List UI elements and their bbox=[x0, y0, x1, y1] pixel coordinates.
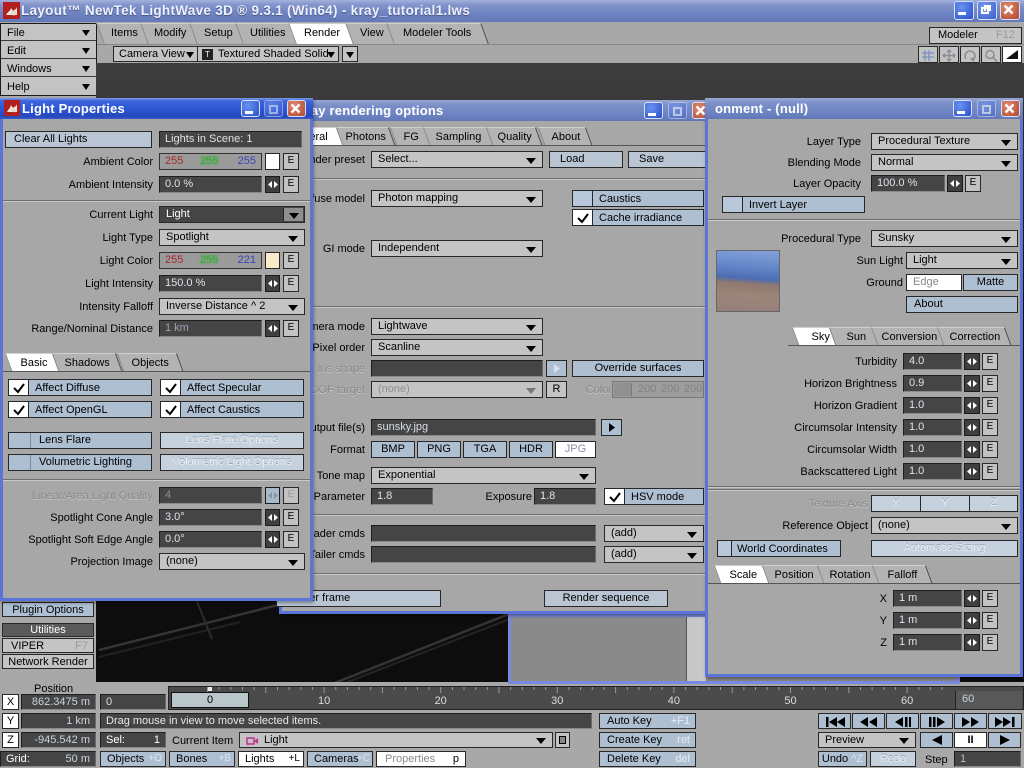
svg-text:50: 50 bbox=[784, 695, 796, 707]
svg-text:20: 20 bbox=[435, 695, 447, 707]
svg-text:30: 30 bbox=[551, 695, 563, 707]
svg-text:40: 40 bbox=[668, 695, 680, 707]
svg-text:10: 10 bbox=[318, 695, 330, 707]
svg-text:60: 60 bbox=[901, 695, 913, 707]
